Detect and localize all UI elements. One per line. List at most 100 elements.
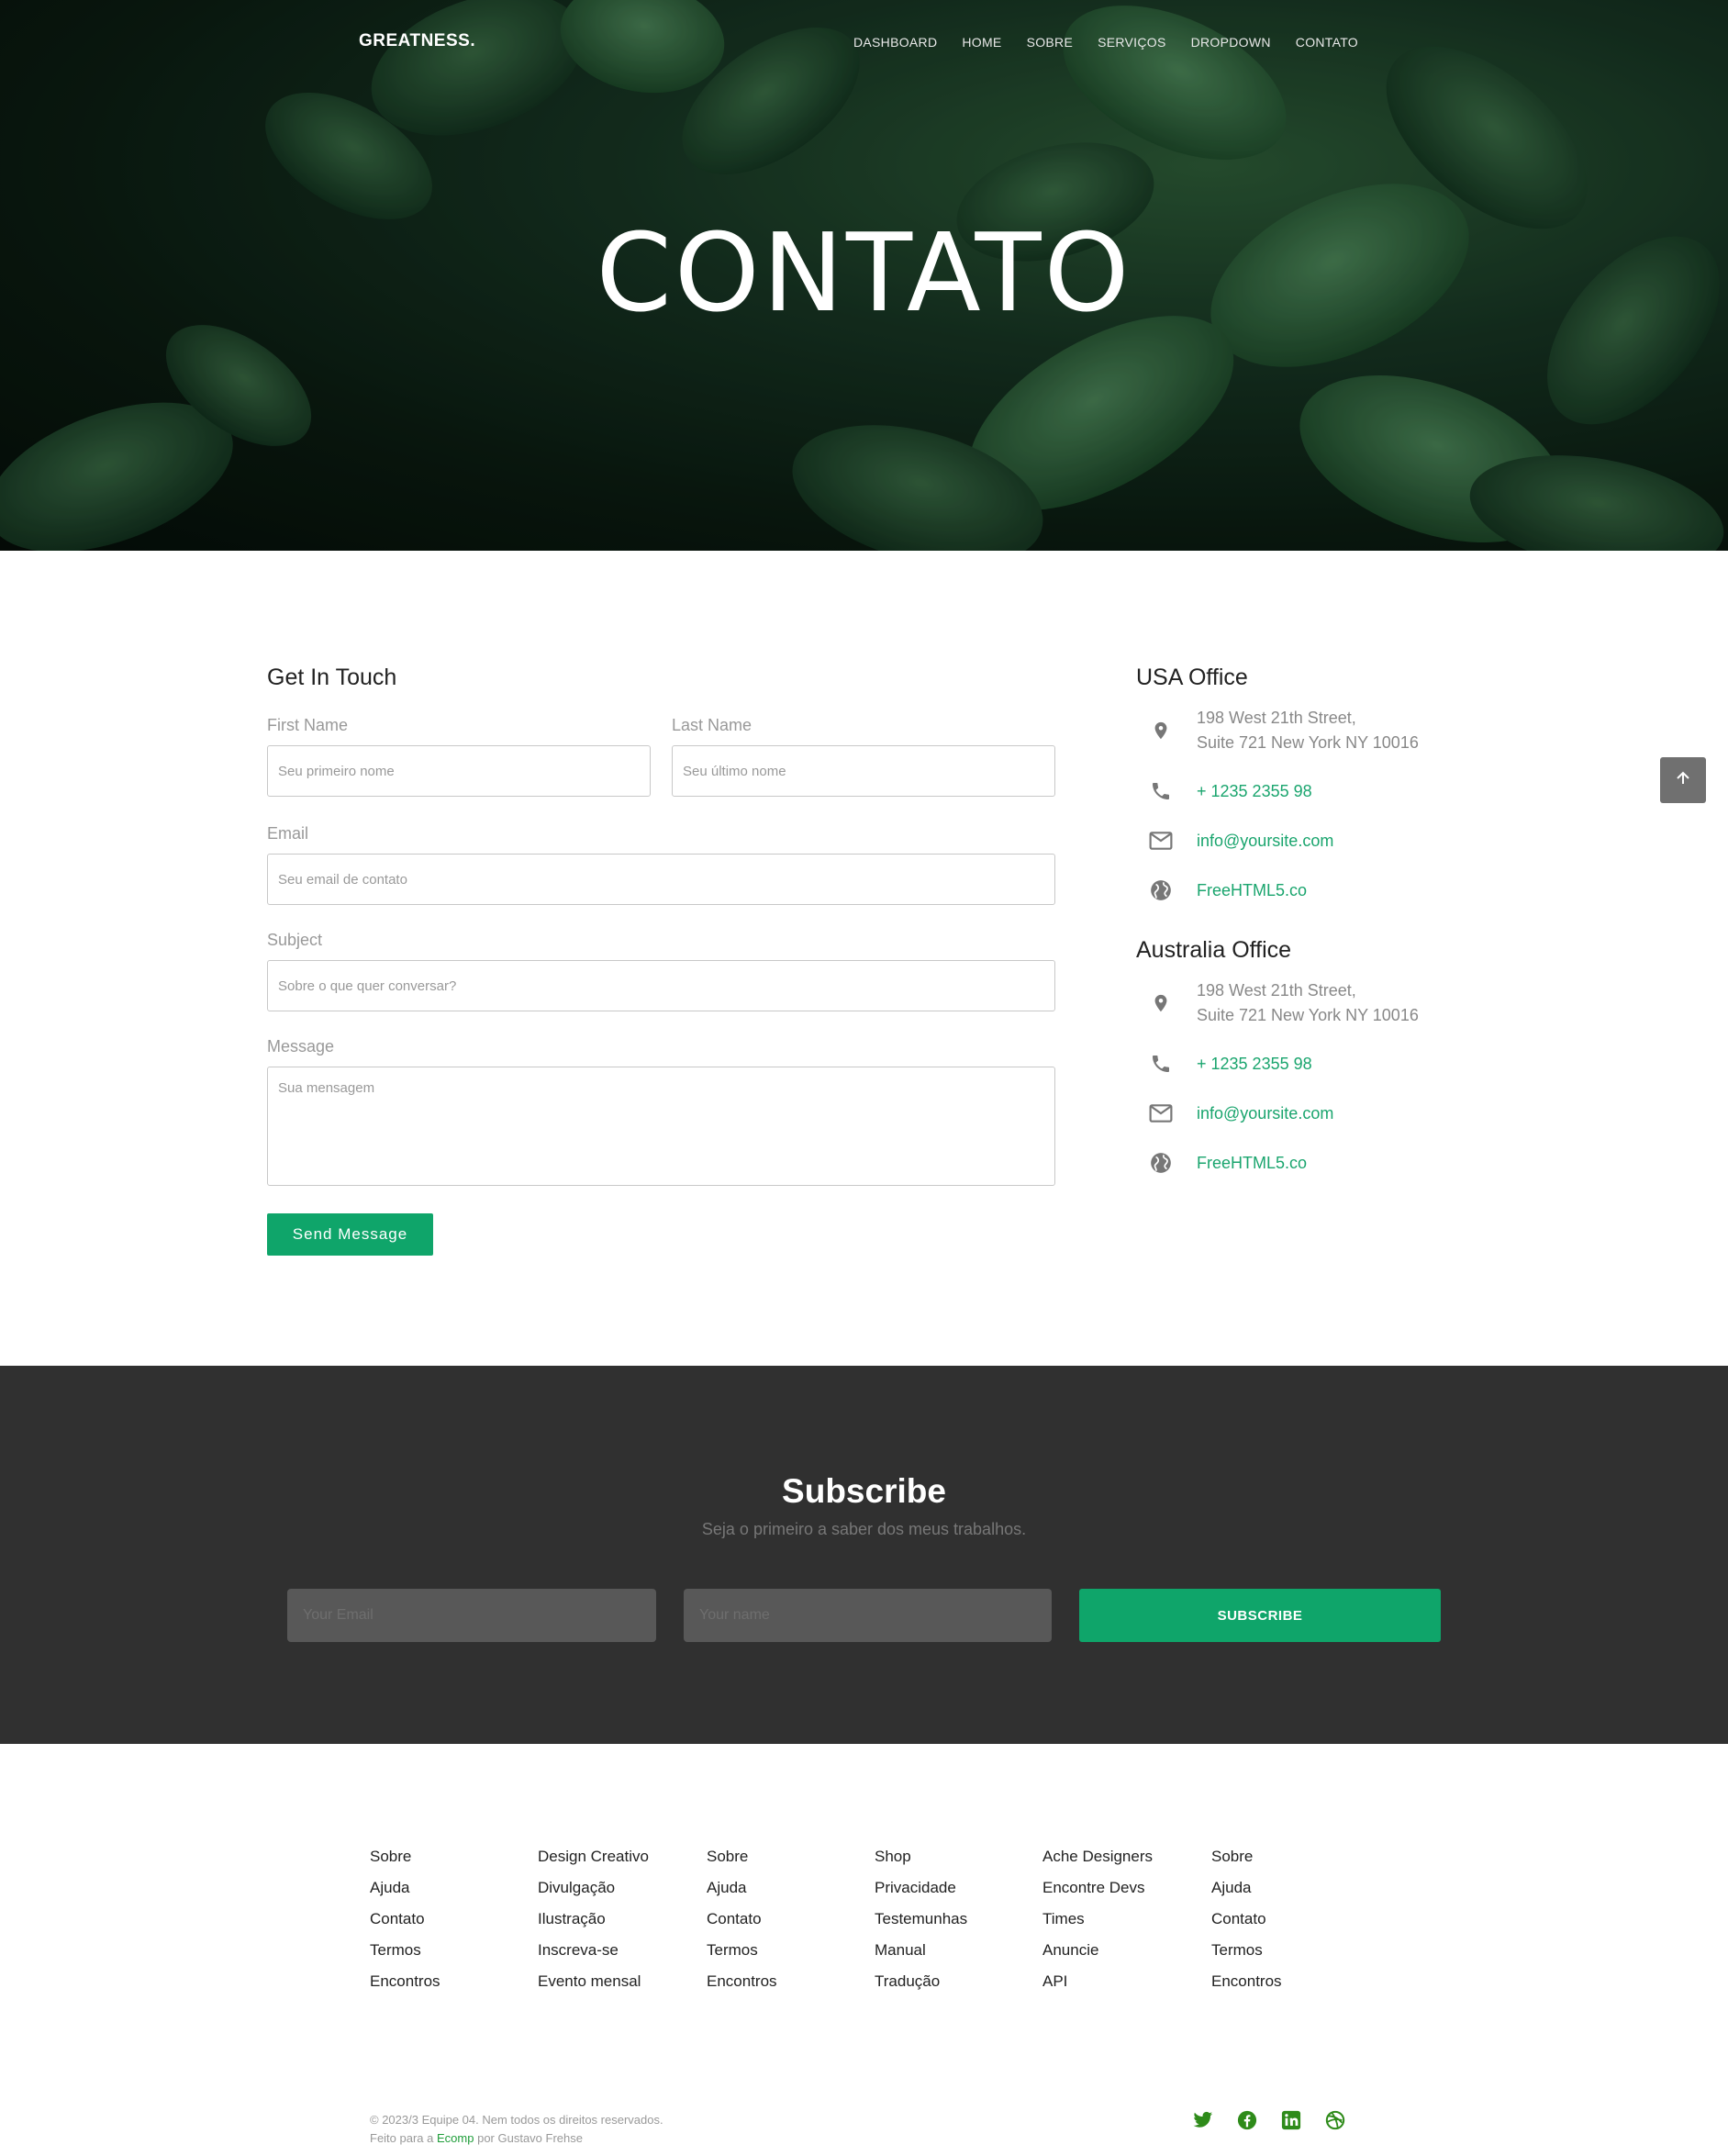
page-title: CONTATO xyxy=(596,209,1132,336)
footer-link[interactable]: Sobre xyxy=(707,1847,777,1878)
message-textarea[interactable]: Sua mensagem xyxy=(267,1067,1055,1186)
nav-servicos[interactable]: SERVIÇOS xyxy=(1098,35,1166,50)
footer-link[interactable]: Design Creativo xyxy=(538,1847,649,1878)
footer-link[interactable]: Ache Designers xyxy=(1042,1847,1153,1878)
subscribe-name-input[interactable]: Your name xyxy=(684,1589,1052,1642)
usa-phone-link[interactable]: + 1235 2355 98 xyxy=(1197,779,1312,804)
footer-link[interactable]: Tradução xyxy=(875,1972,967,2003)
mail-icon xyxy=(1149,1101,1173,1125)
australia-address-row xyxy=(1149,991,1173,1015)
footer-link[interactable]: Privacidade xyxy=(875,1878,967,1909)
footer-link[interactable]: Inscreva-se xyxy=(538,1940,649,1972)
main-nav: DASHBOARD HOME SOBRE SERVIÇOS DROPDOWN C… xyxy=(853,35,1358,50)
usa-email-row xyxy=(1149,829,1173,853)
usa-address-line2: Suite 721 New York NY 10016 xyxy=(1197,733,1419,752)
footer-column-3: Sobre Ajuda Contato Termos Encontros xyxy=(707,1847,777,2003)
footer-link[interactable]: Ajuda xyxy=(1211,1878,1282,1909)
footer-column-5: Ache Designers Encontre Devs Times Anunc… xyxy=(1042,1847,1153,2003)
footer-link[interactable]: API xyxy=(1042,1972,1153,2003)
australia-address-line1: 198 West 21th Street, xyxy=(1197,981,1356,1000)
footer-link[interactable]: Contato xyxy=(707,1909,777,1940)
phone-icon xyxy=(1149,1052,1173,1076)
form-title: Get In Touch xyxy=(267,665,397,690)
copyright-text: © 2023/3 Equipe 04. Nem todos os direito… xyxy=(370,2113,663,2127)
facebook-icon[interactable] xyxy=(1235,2108,1259,2132)
nav-dashboard[interactable]: DASHBOARD xyxy=(853,35,937,50)
footer-link[interactable]: Encontros xyxy=(1211,1972,1282,2003)
linkedin-icon[interactable] xyxy=(1279,2108,1303,2132)
made-by-line: Feito para a Ecomp por Gustavo Frehse xyxy=(370,2129,663,2148)
footer-link[interactable]: Encontros xyxy=(707,1972,777,2003)
footer-column-2: Design Creativo Divulgação Ilustração In… xyxy=(538,1847,649,2003)
location-pin-icon xyxy=(1149,991,1173,1015)
footer-link[interactable]: Anuncie xyxy=(1042,1940,1153,1972)
footer-link[interactable]: Sobre xyxy=(370,1847,440,1878)
arrow-up-icon xyxy=(1674,769,1692,792)
footer-link[interactable]: Contato xyxy=(1211,1909,1282,1940)
brand-logo[interactable]: GREATNESS. xyxy=(359,31,475,51)
email-input[interactable]: Seu email de contato xyxy=(267,854,1055,905)
australia-website-row xyxy=(1149,1151,1173,1175)
message-label: Message xyxy=(267,1037,335,1056)
first-name-input[interactable]: Seu primeiro nome xyxy=(267,745,651,797)
footer-link[interactable]: Ajuda xyxy=(370,1878,440,1909)
send-message-button[interactable]: Send Message xyxy=(267,1213,433,1256)
footer-column-6: Sobre Ajuda Contato Termos Encontros xyxy=(1211,1847,1282,2003)
usa-address: 198 West 21th Street, Suite 721 New York… xyxy=(1197,706,1419,755)
ecomp-link[interactable]: Ecomp xyxy=(437,2131,474,2145)
last-name-input[interactable]: Seu último nome xyxy=(672,745,1055,797)
footer-link[interactable]: Termos xyxy=(707,1940,777,1972)
australia-email-link[interactable]: info@yoursite.com xyxy=(1197,1101,1333,1126)
australia-address: 198 West 21th Street, Suite 721 New York… xyxy=(1197,978,1419,1028)
footer-link[interactable]: Sobre xyxy=(1211,1847,1282,1878)
subject-label: Subject xyxy=(267,931,323,949)
globe-icon xyxy=(1149,878,1173,902)
footer-link[interactable]: Evento mensal xyxy=(538,1972,649,2003)
nav-home[interactable]: HOME xyxy=(962,35,1001,50)
footer-link[interactable]: Ilustração xyxy=(538,1909,649,1940)
mail-icon xyxy=(1149,829,1173,853)
footer-link[interactable]: Encontros xyxy=(370,1972,440,2003)
subscribe-button[interactable]: SUBSCRIBE xyxy=(1079,1589,1441,1642)
subject-input[interactable]: Sobre o que quer conversar? xyxy=(267,960,1055,1011)
scroll-to-top-button[interactable] xyxy=(1660,757,1706,803)
nav-dropdown[interactable]: DROPDOWN xyxy=(1191,35,1271,50)
usa-address-row xyxy=(1149,719,1173,743)
australia-website-link[interactable]: FreeHTML5.co xyxy=(1197,1151,1307,1176)
footer-column-1: Sobre Ajuda Contato Termos Encontros xyxy=(370,1847,440,2003)
footer-link[interactable]: Divulgação xyxy=(538,1878,649,1909)
footer-link[interactable]: Times xyxy=(1042,1909,1153,1940)
usa-address-line1: 198 West 21th Street, xyxy=(1197,709,1356,727)
subscribe-email-input[interactable]: Your Email xyxy=(287,1589,656,1642)
made-by-prefix: Feito para a xyxy=(370,2131,434,2145)
copyright: © 2023/3 Equipe 04. Nem todos os direito… xyxy=(370,2111,663,2148)
footer-link[interactable]: Shop xyxy=(875,1847,967,1878)
subscribe-title: Subscribe xyxy=(782,1472,946,1510)
dribbble-icon[interactable] xyxy=(1323,2108,1347,2132)
australia-email-row xyxy=(1149,1101,1173,1125)
footer-link[interactable]: Termos xyxy=(1211,1940,1282,1972)
footer-column-4: Shop Privacidade Testemunhas Manual Trad… xyxy=(875,1847,967,2003)
usa-office-title: USA Office xyxy=(1136,665,1248,690)
footer-link[interactable]: Testemunhas xyxy=(875,1909,967,1940)
phone-icon xyxy=(1149,779,1173,803)
twitter-icon[interactable] xyxy=(1191,2108,1215,2132)
first-name-label: First Name xyxy=(267,716,349,734)
usa-email-link[interactable]: info@yoursite.com xyxy=(1197,829,1333,854)
globe-icon xyxy=(1149,1151,1173,1175)
footer-link[interactable]: Contato xyxy=(370,1909,440,1940)
made-by-suffix: por Gustavo Frehse xyxy=(477,2131,583,2145)
footer-link[interactable]: Encontre Devs xyxy=(1042,1878,1153,1909)
nav-sobre[interactable]: SOBRE xyxy=(1027,35,1074,50)
nav-contato[interactable]: CONTATO xyxy=(1296,35,1358,50)
subscribe-description: Seja o primeiro a saber dos meus trabalh… xyxy=(701,1520,1027,1538)
australia-phone-link[interactable]: + 1235 2355 98 xyxy=(1197,1052,1312,1077)
footer-link[interactable]: Termos xyxy=(370,1940,440,1972)
usa-website-row xyxy=(1149,878,1173,902)
footer-link[interactable]: Ajuda xyxy=(707,1878,777,1909)
email-label: Email xyxy=(267,824,309,843)
footer-link[interactable]: Manual xyxy=(875,1940,967,1972)
australia-office-title: Australia Office xyxy=(1136,937,1292,963)
usa-website-link[interactable]: FreeHTML5.co xyxy=(1197,878,1307,903)
location-pin-icon xyxy=(1149,719,1173,743)
